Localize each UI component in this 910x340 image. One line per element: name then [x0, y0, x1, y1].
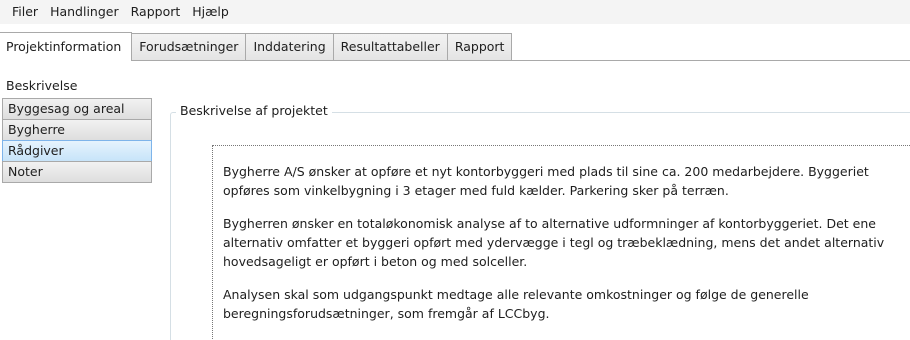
menu-rapport[interactable]: Rapport — [125, 0, 187, 24]
menu-bar: Filer Handlinger Rapport Hjælp — [0, 0, 910, 24]
sidetab-byggesag-og-areal[interactable]: Byggesag og areal — [2, 98, 152, 120]
side-tab-list: Beskrivelse Byggesag og areal Bygherre R… — [0, 75, 152, 183]
paragraph-line: opføres som vinkelbygning i 3 etager med… — [223, 183, 729, 198]
tab-rapport[interactable]: Rapport — [446, 33, 513, 60]
description-paragraph: Analysen skal som udgangspunkt medtage a… — [223, 285, 910, 323]
group-title: Beskrivelse af projektet — [176, 103, 332, 118]
paragraph-line: Bygherre A/S ønsker at opføre et nyt kon… — [223, 164, 869, 179]
main-tab-strip: Projektinformation Forudsætninger Inddat… — [0, 32, 910, 61]
description-paragraph: Bygherren ønsker en totaløkonomisk analy… — [223, 214, 910, 271]
sidetab-raadgiver[interactable]: Rådgiver — [2, 140, 152, 162]
project-description-textarea[interactable]: Bygherre A/S ønsker at opføre et nyt kon… — [212, 145, 910, 340]
tab-inddatering[interactable]: Inddatering — [245, 33, 334, 60]
tab-forudsaetninger[interactable]: Forudsætninger — [131, 33, 247, 60]
description-paragraph: Bygherre A/S ønsker at opføre et nyt kon… — [223, 162, 910, 200]
sidetab-bygherre[interactable]: Bygherre — [2, 119, 152, 141]
tab-projektinformation[interactable]: Projektinformation — [0, 32, 133, 61]
tab-resultattabeller[interactable]: Resultattabeller — [332, 33, 448, 60]
paragraph-line: alternativ omfatter et byggeri opført me… — [223, 235, 885, 250]
sidetab-beskrivelse[interactable]: Beskrivelse — [0, 75, 152, 99]
paragraph-line: hovedsageligt er opført i beton og med s… — [223, 254, 528, 269]
paragraph-line: Bygherren ønsker en totaløkonomisk analy… — [223, 216, 876, 231]
sidetab-noter[interactable]: Noter — [2, 161, 152, 183]
paragraph-line: Analysen skal som udgangspunkt medtage a… — [223, 287, 809, 302]
menu-handlinger[interactable]: Handlinger — [44, 0, 125, 24]
menu-filer[interactable]: Filer — [6, 0, 44, 24]
menu-hjaelp[interactable]: Hjælp — [186, 0, 235, 24]
paragraph-line: beregningsforudsætninger, som fremgår af… — [223, 306, 550, 321]
